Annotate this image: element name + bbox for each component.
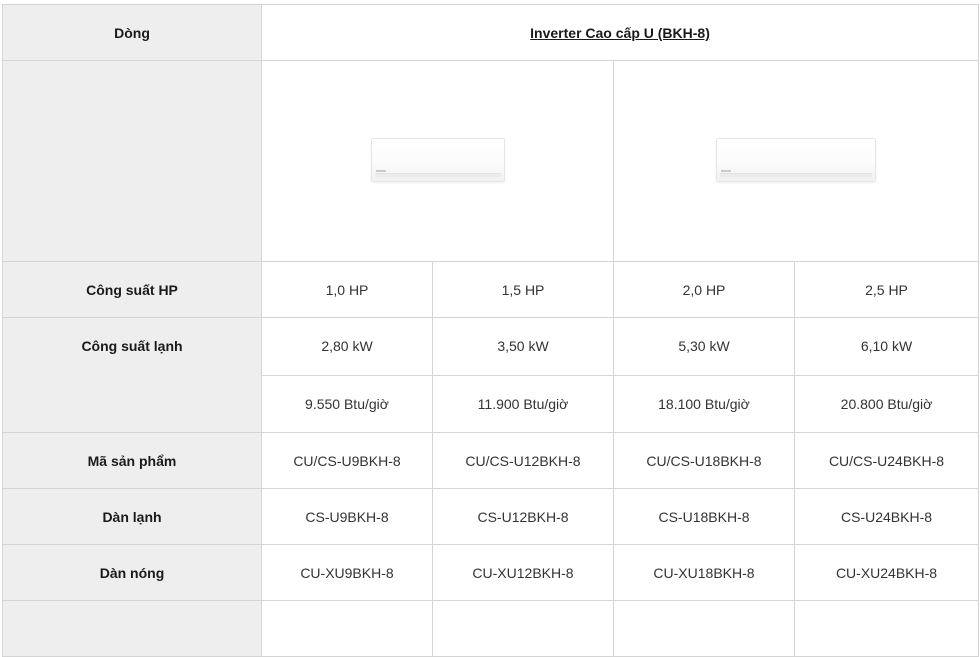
cooling-btu-value: 18.100 Btu/giờ	[613, 374, 795, 433]
image-label-cell	[2, 60, 262, 262]
vent-flap	[374, 172, 501, 177]
indoor-unit-label: Dàn lạnh	[2, 488, 262, 545]
next-row-value	[793, 600, 980, 657]
outdoor-unit-value: CU-XU12BKH-8	[432, 544, 614, 601]
cooling-label: Công suất lạnh	[81, 338, 183, 354]
cooling-kw-value: 2,80 kW	[261, 317, 433, 376]
cooling-btu-value: 20.800 Btu/giờ	[793, 374, 980, 433]
brand-mark	[375, 169, 386, 172]
image-row	[2, 60, 980, 262]
hp-value: 1,0 HP	[261, 261, 433, 318]
indoor-unit-value: CS-U12BKH-8	[432, 488, 614, 545]
air-conditioner-icon	[370, 137, 505, 182]
header-label: Dòng	[114, 24, 150, 41]
header-row: Dòng Inverter Cao cấp U (BKH-8)	[2, 4, 980, 61]
header-label-cell: Dòng	[2, 4, 262, 61]
model-line-cell: Inverter Cao cấp U (BKH-8)	[260, 4, 980, 61]
next-row-value	[261, 600, 433, 657]
cooling-kw-value: 5,30 kW	[613, 317, 795, 376]
outdoor-unit-row: Dàn nóng CU-XU9BKH-8 CU-XU12BKH-8 CU-XU1…	[2, 544, 980, 601]
cooling-label-cell: Công suất lạnh	[2, 317, 262, 433]
outdoor-unit-value: CU-XU24BKH-8	[793, 544, 980, 601]
indoor-unit-value: CS-U24BKH-8	[793, 488, 980, 545]
next-row-label	[2, 600, 262, 657]
product-code-value: CU/CS-U18BKH-8	[613, 432, 795, 489]
outdoor-unit-label: Dàn nóng	[2, 544, 262, 601]
image-cell-2	[612, 60, 980, 262]
hp-row: Công suất HP 1,0 HP 1,5 HP 2,0 HP 2,5 HP	[2, 261, 980, 318]
indoor-unit-value: CS-U18BKH-8	[613, 488, 795, 545]
cooling-kw-row: Công suất lạnh 2,80 kW 3,50 kW 5,30 kW 6…	[2, 317, 980, 433]
vent-flap	[720, 172, 872, 177]
indoor-unit-row: Dàn lạnh CS-U9BKH-8 CS-U12BKH-8 CS-U18BK…	[2, 488, 980, 545]
brand-mark	[721, 169, 731, 172]
hp-value: 2,0 HP	[613, 261, 795, 318]
air-conditioner-icon	[716, 137, 876, 182]
product-code-label: Mã sản phẩm	[2, 432, 262, 489]
cooling-btu-value: 9.550 Btu/giờ	[261, 374, 433, 433]
product-code-row: Mã sản phẩm CU/CS-U9BKH-8 CU/CS-U12BKH-8…	[2, 432, 980, 489]
product-code-value: CU/CS-U12BKH-8	[432, 432, 614, 489]
product-code-value: CU/CS-U9BKH-8	[261, 432, 433, 489]
outdoor-unit-value: CU-XU9BKH-8	[261, 544, 433, 601]
spec-table: Dòng Inverter Cao cấp U (BKH-8) Công suấ…	[2, 4, 980, 657]
hp-value: 2,5 HP	[793, 261, 980, 318]
cooling-kw-value: 6,10 kW	[793, 317, 980, 376]
model-line-link[interactable]: Inverter Cao cấp U (BKH-8)	[530, 25, 710, 41]
next-row-partial	[2, 600, 980, 657]
hp-label: Công suất HP	[2, 261, 262, 318]
cooling-btu-value: 11.900 Btu/giờ	[432, 374, 614, 433]
hp-value: 1,5 HP	[432, 261, 614, 318]
product-code-value: CU/CS-U24BKH-8	[793, 432, 980, 489]
cooling-kw-value: 3,50 kW	[432, 317, 614, 376]
outdoor-unit-value: CU-XU18BKH-8	[613, 544, 795, 601]
next-row-value	[613, 600, 795, 657]
image-cell-1	[261, 60, 614, 262]
indoor-unit-value: CS-U9BKH-8	[261, 488, 433, 545]
next-row-value	[432, 600, 614, 657]
